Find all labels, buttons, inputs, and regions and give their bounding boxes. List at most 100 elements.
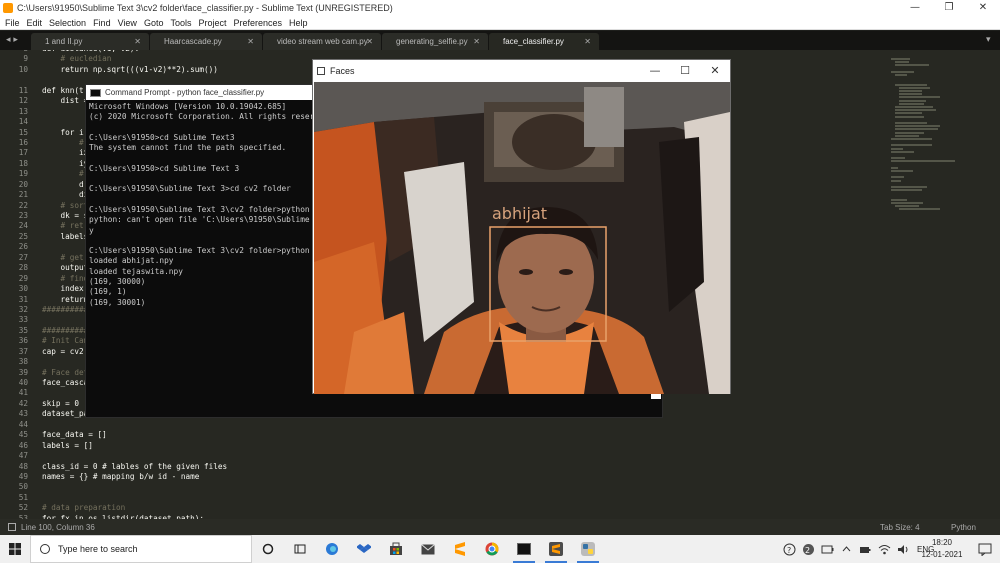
mail-icon[interactable] <box>412 535 444 563</box>
tab-label: generating_selfie.py <box>396 37 468 46</box>
svg-text:2: 2 <box>805 546 810 555</box>
chrome-icon[interactable] <box>476 535 508 563</box>
minimap-line <box>891 157 906 160</box>
menu-edit[interactable]: Edit <box>27 18 43 28</box>
minimap-line <box>891 189 922 192</box>
store-icon[interactable] <box>380 535 412 563</box>
line-number: 43 <box>18 409 28 419</box>
tab-nav-arrows-icon[interactable]: ◂ ▸ <box>0 31 30 50</box>
minimap-line <box>895 131 924 134</box>
onedrive-icon[interactable]: 2 <box>802 543 815 556</box>
minimap[interactable] <box>885 50 1000 519</box>
code-line[interactable]: class_id = 0 # lables of the given files <box>42 462 882 472</box>
code-line[interactable] <box>42 420 882 430</box>
tab-size-selector[interactable]: Tab Size: 4 <box>880 523 920 532</box>
task-view-icon[interactable] <box>284 535 316 563</box>
code-line[interactable]: names = {} # mapping b/w id - name <box>42 472 882 482</box>
edge-icon[interactable] <box>316 535 348 563</box>
menu-help[interactable]: Help <box>289 18 308 28</box>
code-line[interactable] <box>42 451 882 461</box>
cortana-icon[interactable] <box>252 535 284 563</box>
minimap-line <box>895 125 940 128</box>
line-number: 24 <box>18 221 28 231</box>
minimap-line <box>891 202 923 204</box>
taskbar-search[interactable]: Type here to search <box>30 535 252 563</box>
line-number: 16 <box>18 137 28 147</box>
menu-find[interactable]: Find <box>93 18 111 28</box>
tab-label: face_classifier.py <box>503 37 564 46</box>
volume-icon[interactable] <box>897 543 910 556</box>
faces-close-button[interactable]: ✕ <box>700 62 730 80</box>
python-icon[interactable] <box>572 535 604 563</box>
code-line[interactable]: labels = [] <box>42 441 882 451</box>
sublime-icon[interactable] <box>444 535 476 563</box>
tab-close-icon[interactable]: ✕ <box>247 33 254 50</box>
tab-close-icon[interactable]: ✕ <box>473 33 480 50</box>
line-number-gutter: 8910111213141516171819202122232425262728… <box>0 50 32 519</box>
tab-video-stream[interactable]: video stream web cam.py ✕ <box>263 33 381 50</box>
sublime-logo-icon <box>3 3 13 13</box>
notifications-button[interactable] <box>978 535 992 563</box>
faces-window[interactable]: Faces — ☐ ✕ abhijat <box>312 59 731 394</box>
line-number: 46 <box>18 440 28 450</box>
battery-icon[interactable] <box>821 543 834 556</box>
maximize-button[interactable]: ❐ <box>932 0 966 16</box>
code-line[interactable] <box>42 482 882 492</box>
terminal-icon[interactable] <box>508 535 540 563</box>
line-number: 42 <box>18 398 28 408</box>
tab-close-icon[interactable]: ✕ <box>366 33 373 50</box>
wifi-icon[interactable] <box>878 543 891 556</box>
close-button[interactable]: ✕ <box>966 0 1000 16</box>
minimap-line <box>895 106 933 108</box>
minimize-button[interactable]: — <box>898 0 932 16</box>
minimap-line <box>891 138 933 140</box>
tab-generating-selfie[interactable]: generating_selfie.py ✕ <box>382 33 488 50</box>
line-number: 12 <box>18 96 28 106</box>
menu-view[interactable]: View <box>118 18 137 28</box>
notification-icon <box>978 543 992 556</box>
cmd-title: Command Prompt - python face_classifier.… <box>105 88 265 97</box>
line-number: 32 <box>18 304 28 314</box>
search-icon <box>40 544 50 554</box>
code-line[interactable]: face_data = [] <box>42 430 882 440</box>
sublime-running-icon[interactable] <box>540 535 572 563</box>
minimap-line <box>891 70 915 73</box>
menu-preferences[interactable]: Preferences <box>233 18 282 28</box>
help-icon[interactable]: ? <box>783 543 796 556</box>
line-number: 26 <box>18 242 28 252</box>
dropbox-icon[interactable] <box>348 535 380 563</box>
minimap-line <box>891 176 904 179</box>
menu-selection[interactable]: Selection <box>49 18 86 28</box>
tab-face-classifier[interactable]: face_classifier.py ✕ <box>489 33 599 50</box>
line-number: 41 <box>18 388 28 398</box>
tab-menu-icon[interactable]: ▾ <box>986 31 1000 50</box>
tab-label: Haarcascade.py <box>164 37 222 46</box>
minimap-line <box>895 61 909 64</box>
menu-goto[interactable]: Goto <box>144 18 164 28</box>
code-line[interactable]: # data preparation <box>42 503 882 513</box>
line-number: 9 <box>23 54 28 64</box>
code-line[interactable] <box>42 493 882 503</box>
webcam-image: abhijat <box>314 82 730 394</box>
menu-project[interactable]: Project <box>198 18 226 28</box>
line-number: 17 <box>18 148 28 158</box>
line-number: 20 <box>18 179 28 189</box>
clock-date: 12-01-2021 <box>921 550 963 559</box>
menu-tools[interactable]: Tools <box>170 18 191 28</box>
tab-close-icon[interactable]: ✕ <box>134 33 141 50</box>
start-button[interactable] <box>0 535 30 563</box>
faces-title-bar[interactable]: Faces — ☐ ✕ <box>313 60 730 82</box>
minimap-line <box>895 115 924 118</box>
faces-maximize-button[interactable]: ☐ <box>670 62 700 80</box>
tab-haarcascade[interactable]: Haarcascade.py ✕ <box>150 33 262 50</box>
battery-status-icon[interactable] <box>859 543 872 556</box>
tab-1-and-ii[interactable]: 1 and II.py ✕ <box>31 33 149 50</box>
panel-toggle-icon[interactable] <box>8 523 16 531</box>
show-hidden-icons-icon[interactable] <box>840 543 853 556</box>
clock[interactable]: 18:20 12-01-2021 <box>912 535 972 563</box>
menu-file[interactable]: File <box>5 18 20 28</box>
faces-minimize-button[interactable]: — <box>640 62 670 80</box>
tab-close-icon[interactable]: ✕ <box>584 33 591 50</box>
minimap-line <box>891 179 901 182</box>
syntax-selector[interactable]: Python <box>951 523 976 532</box>
